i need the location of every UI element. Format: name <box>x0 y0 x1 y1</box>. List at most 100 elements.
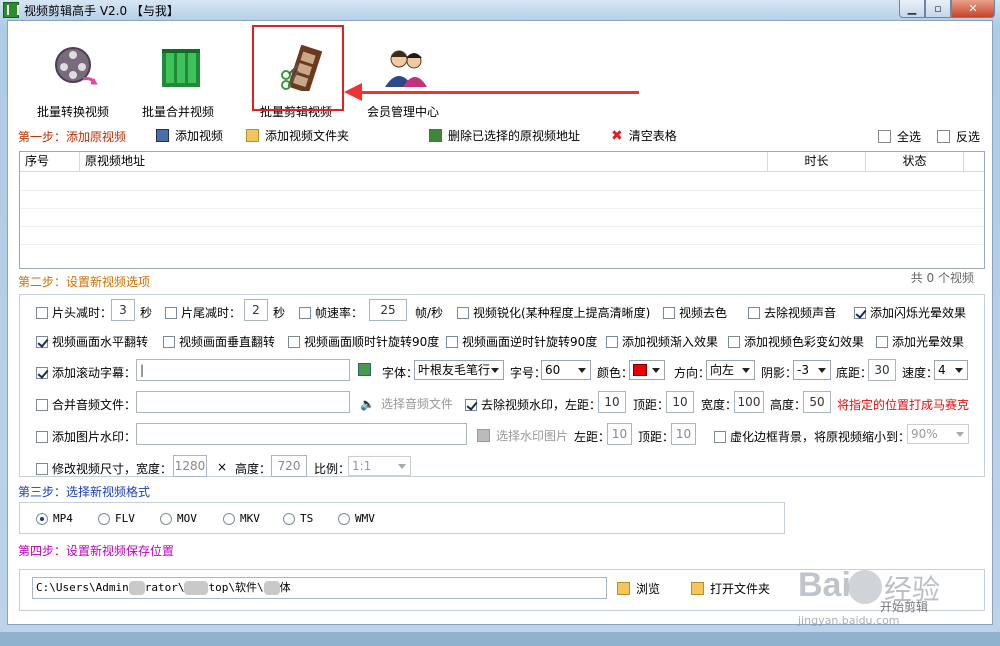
head-cut-label: 片头减时： <box>52 306 113 320</box>
subtitle-input[interactable]: | <box>136 359 350 381</box>
decolor-label: 视频去色 <box>679 306 728 320</box>
title-bar[interactable]: 视频剪辑高手 V2.0 【与我】 ▁ ▫ ✕ <box>0 0 1000 20</box>
browse-button[interactable]: 浏览 <box>617 580 660 597</box>
color-fx-label: 添加视频色彩变幻效果 <box>744 335 865 349</box>
scale-select[interactable]: 90% <box>907 424 969 444</box>
direction-select[interactable]: 向左 <box>706 360 755 380</box>
image-icon <box>477 429 490 442</box>
direction-label: 方向： <box>674 366 711 380</box>
resize-checkbox[interactable]: 修改视频尺寸，宽度： <box>36 460 172 477</box>
bottom-input[interactable]: 30 <box>868 359 896 381</box>
col-status[interactable]: 状态 <box>866 152 964 172</box>
merge-audio-checkbox[interactable]: 合并音频文件： <box>36 396 136 413</box>
top-label: 顶距： <box>633 398 670 412</box>
wm-top-input[interactable]: 10 <box>666 391 694 413</box>
resize-height-input[interactable]: 720 <box>271 455 307 477</box>
fade-in-checkbox[interactable]: 添加视频渐入效果 <box>606 333 718 350</box>
shadow-select[interactable]: -3 <box>793 360 831 380</box>
delete-selected-button[interactable]: 删除已选择的原视频地址 <box>429 127 580 144</box>
blur-border-checkbox[interactable]: 虚化边框背景，将原视频缩小到： <box>714 428 910 445</box>
table-row <box>20 190 984 191</box>
color-picker[interactable] <box>629 360 665 380</box>
head-cut-checkbox[interactable]: 片头减时： <box>36 304 112 321</box>
choose-audio-button[interactable]: 🔈 选择音频文件 <box>360 395 453 412</box>
minimize-button[interactable]: ▁ <box>899 0 925 18</box>
rotate-cw-checkbox[interactable]: 视频画面顺时针旋转90度 <box>288 333 439 350</box>
rotate-ccw-checkbox[interactable]: 视频画面逆时针旋转90度 <box>446 333 597 350</box>
img-top-input[interactable]: 10 <box>671 423 696 445</box>
flash-checkbox[interactable]: 添加闪烁光晕效果 <box>854 304 966 321</box>
batch-merge-button[interactable]: 批量合并视频 <box>118 31 238 119</box>
format-flv-radio[interactable]: FLV <box>98 512 135 525</box>
x-icon: ✖ <box>611 127 623 144</box>
img-left-input[interactable]: 10 <box>607 423 632 445</box>
font-select[interactable]: 叶根友毛笔行 <box>414 360 504 380</box>
format-mov-radio[interactable]: MOV <box>160 512 197 525</box>
halo-checkbox[interactable]: 添加光晕效果 <box>876 333 964 350</box>
save-path-input[interactable]: C:\Users\Admin rator\ top\软件\ 体 <box>32 577 607 599</box>
wm-width-input[interactable]: 100 <box>734 391 764 413</box>
delete-selected-label: 删除已选择的原视频地址 <box>448 129 581 143</box>
add-video-button[interactable]: 添加视频 <box>156 127 223 144</box>
tail-cut-input[interactable]: 2 <box>244 299 268 321</box>
text-style-icon[interactable] <box>358 363 371 376</box>
sharpen-checkbox[interactable]: 视频锐化(某种程度上提高清晰度) <box>457 304 650 321</box>
image-watermark-checkbox[interactable]: 添加图片水印： <box>36 428 136 445</box>
speed-select[interactable]: 4 <box>934 360 968 380</box>
format-mp4-radio[interactable]: MP4 <box>36 512 73 525</box>
subtitle-checkbox[interactable]: 添加滚动字幕： <box>36 364 136 381</box>
batch-convert-button[interactable]: 批量转换视频 <box>13 31 133 119</box>
color-fx-checkbox[interactable]: 添加视频色彩变幻效果 <box>728 333 864 350</box>
choose-audio-label: 选择音频文件 <box>380 397 453 411</box>
col-duration[interactable]: 时长 <box>768 152 866 172</box>
tail-cut-checkbox[interactable]: 片尾减时： <box>165 304 241 321</box>
close-button[interactable]: ✕ <box>951 0 995 18</box>
browse-label: 浏览 <box>636 582 661 596</box>
shadow-label: 阴影： <box>761 366 798 380</box>
vflip-checkbox[interactable]: 视频画面垂直翻转 <box>163 333 275 350</box>
format-mkv-radio[interactable]: MKV <box>223 512 260 525</box>
decolor-checkbox[interactable]: 视频去色 <box>663 304 727 321</box>
wm-height-input[interactable]: 50 <box>803 391 831 413</box>
path-part: C:\Users\Admin <box>36 581 129 594</box>
add-folder-button[interactable]: 添加视频文件夹 <box>246 127 349 144</box>
rotate-ccw-label: 视频画面逆时针旋转90度 <box>462 335 598 349</box>
hflip-checkbox[interactable]: 视频画面水平翻转 <box>36 333 148 350</box>
mute-checkbox[interactable]: 去除视频声音 <box>748 304 836 321</box>
path-part: rator\ <box>144 581 185 594</box>
col-path[interactable]: 原视频地址 <box>80 152 768 172</box>
video-table[interactable]: 序号 原视频地址 时长 状态 <box>19 151 985 269</box>
image-path-input[interactable] <box>136 423 467 445</box>
fps-input[interactable]: 25 <box>369 299 407 321</box>
size-select[interactable]: 60 <box>541 360 591 380</box>
clear-table-button[interactable]: ✖ 清空表格 <box>611 127 677 144</box>
mosaic-note: 将指定的位置打成马赛克 <box>837 398 970 412</box>
height-label: 高度： <box>770 398 807 412</box>
member-center-button[interactable]: 会员管理中心 <box>343 31 463 119</box>
page-icon <box>878 130 891 143</box>
app-window: 视频剪辑高手 V2.0 【与我】 ▁ ▫ ✕ 批量转换视频 批量合并视频 批量剪… <box>0 0 1000 632</box>
fps-checkbox[interactable]: 帧速率： <box>299 304 363 321</box>
width-label: 宽度： <box>701 398 738 412</box>
col-index[interactable]: 序号 <box>20 152 80 172</box>
format-wmv-radio[interactable]: WMV <box>338 512 375 525</box>
resize-width-input[interactable]: 1280 <box>173 455 207 477</box>
blur-border-label: 虚化边框背景，将原视频缩小到： <box>730 430 911 444</box>
maximize-button[interactable]: ▫ <box>925 0 951 18</box>
choose-watermark-button[interactable]: 选择水印图片 <box>477 427 568 444</box>
audio-path-input[interactable] <box>136 391 350 413</box>
path-part: 体 <box>279 581 291 594</box>
format-ts-radio[interactable]: TS <box>283 512 313 525</box>
remove-watermark-checkbox[interactable]: 去除视频水印，左距： <box>465 396 601 413</box>
select-all-button[interactable]: 全选 <box>878 128 921 145</box>
format-label: FLV <box>115 512 135 525</box>
open-folder-button[interactable]: 打开文件夹 <box>691 580 770 597</box>
wm-left-input[interactable]: 10 <box>598 391 626 413</box>
tail-cut-label: 片尾减时： <box>181 306 242 320</box>
ratio-select[interactable]: 1:1 <box>348 456 411 476</box>
invert-selection-button[interactable]: 反选 <box>937 128 980 145</box>
choose-watermark-label: 选择水印图片 <box>496 429 569 443</box>
start-edit-button[interactable]: 开始剪辑 <box>880 598 928 615</box>
flash-label: 添加闪烁光晕效果 <box>870 306 967 320</box>
head-cut-input[interactable]: 3 <box>111 299 135 321</box>
